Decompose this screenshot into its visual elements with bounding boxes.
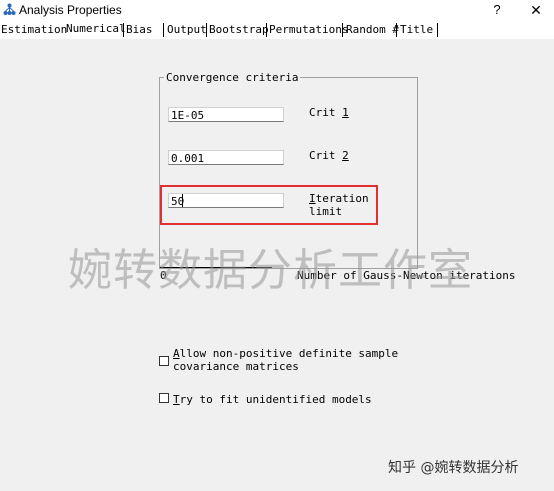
unidentified-checkbox[interactable] [159, 393, 169, 403]
crit2-label-key: 2 [342, 149, 349, 162]
tab-random[interactable]: Random # [346, 21, 399, 38]
tab-bias[interactable]: Bias [126, 21, 153, 38]
tab-output[interactable]: Output [167, 21, 207, 38]
unidentified-label-key: T [173, 393, 180, 406]
tab-permutations[interactable]: Permutations [269, 21, 348, 38]
tab-separator [206, 23, 207, 37]
footer-watermark: 知乎 @婉转数据分析 [388, 460, 519, 476]
tab-separator [123, 23, 124, 37]
crit1-value: 1E-05 [171, 109, 205, 122]
tab-title[interactable]: Title [400, 21, 433, 38]
crit1-label: Crit 1 [309, 106, 349, 119]
tab-separator [266, 23, 267, 37]
nonpositive-label-key: A [173, 347, 180, 360]
nonpositive-label-line2: covariance matrices [173, 360, 299, 373]
crit2-value: 0.001 [171, 152, 205, 165]
title-bar: Analysis Properties ? ✕ [0, 0, 554, 20]
help-button[interactable]: ? [488, 1, 506, 19]
tab-numerical[interactable]: Numerical [66, 20, 126, 37]
crit1-label-key: 1 [342, 106, 349, 119]
unidentified-label[interactable]: Try to fit unidentified models [173, 393, 372, 406]
tab-separator [342, 23, 343, 37]
crit2-label-text: Crit [309, 149, 343, 162]
tab-estimation[interactable]: Estimation [1, 21, 67, 38]
numerical-panel: Convergence criteria 1E-05 Crit 1 0.001 … [0, 39, 554, 491]
tab-separator [437, 23, 438, 37]
crit1-label-text: Crit [309, 106, 343, 119]
nonpositive-label[interactable]: Allow non-positive definite sample [173, 347, 398, 360]
tab-separator [396, 23, 397, 37]
window-title: Analysis Properties [19, 3, 122, 17]
iteration-highlight-box [160, 185, 378, 225]
tab-separator [163, 23, 164, 37]
crit2-input[interactable]: 0.001 [168, 150, 284, 165]
unidentified-label-text: ry to fit unidentified models [179, 393, 372, 406]
center-watermark: 婉转数据分析工作室 [68, 245, 473, 296]
tab-strip: Estimation Numerical Bias Output Bootstr… [0, 20, 554, 39]
crit2-label: Crit 2 [309, 149, 349, 162]
crit1-input[interactable]: 1E-05 [168, 107, 284, 122]
tab-bootstrap[interactable]: Bootstrap [209, 21, 269, 38]
nonpositive-label-text: llow non-positive definite sample [179, 347, 399, 360]
nonpositive-checkbox[interactable] [159, 356, 169, 366]
app-tree-icon [3, 3, 16, 15]
convergence-title: Convergence criteria [164, 71, 301, 84]
close-button[interactable]: ✕ [525, 0, 547, 20]
